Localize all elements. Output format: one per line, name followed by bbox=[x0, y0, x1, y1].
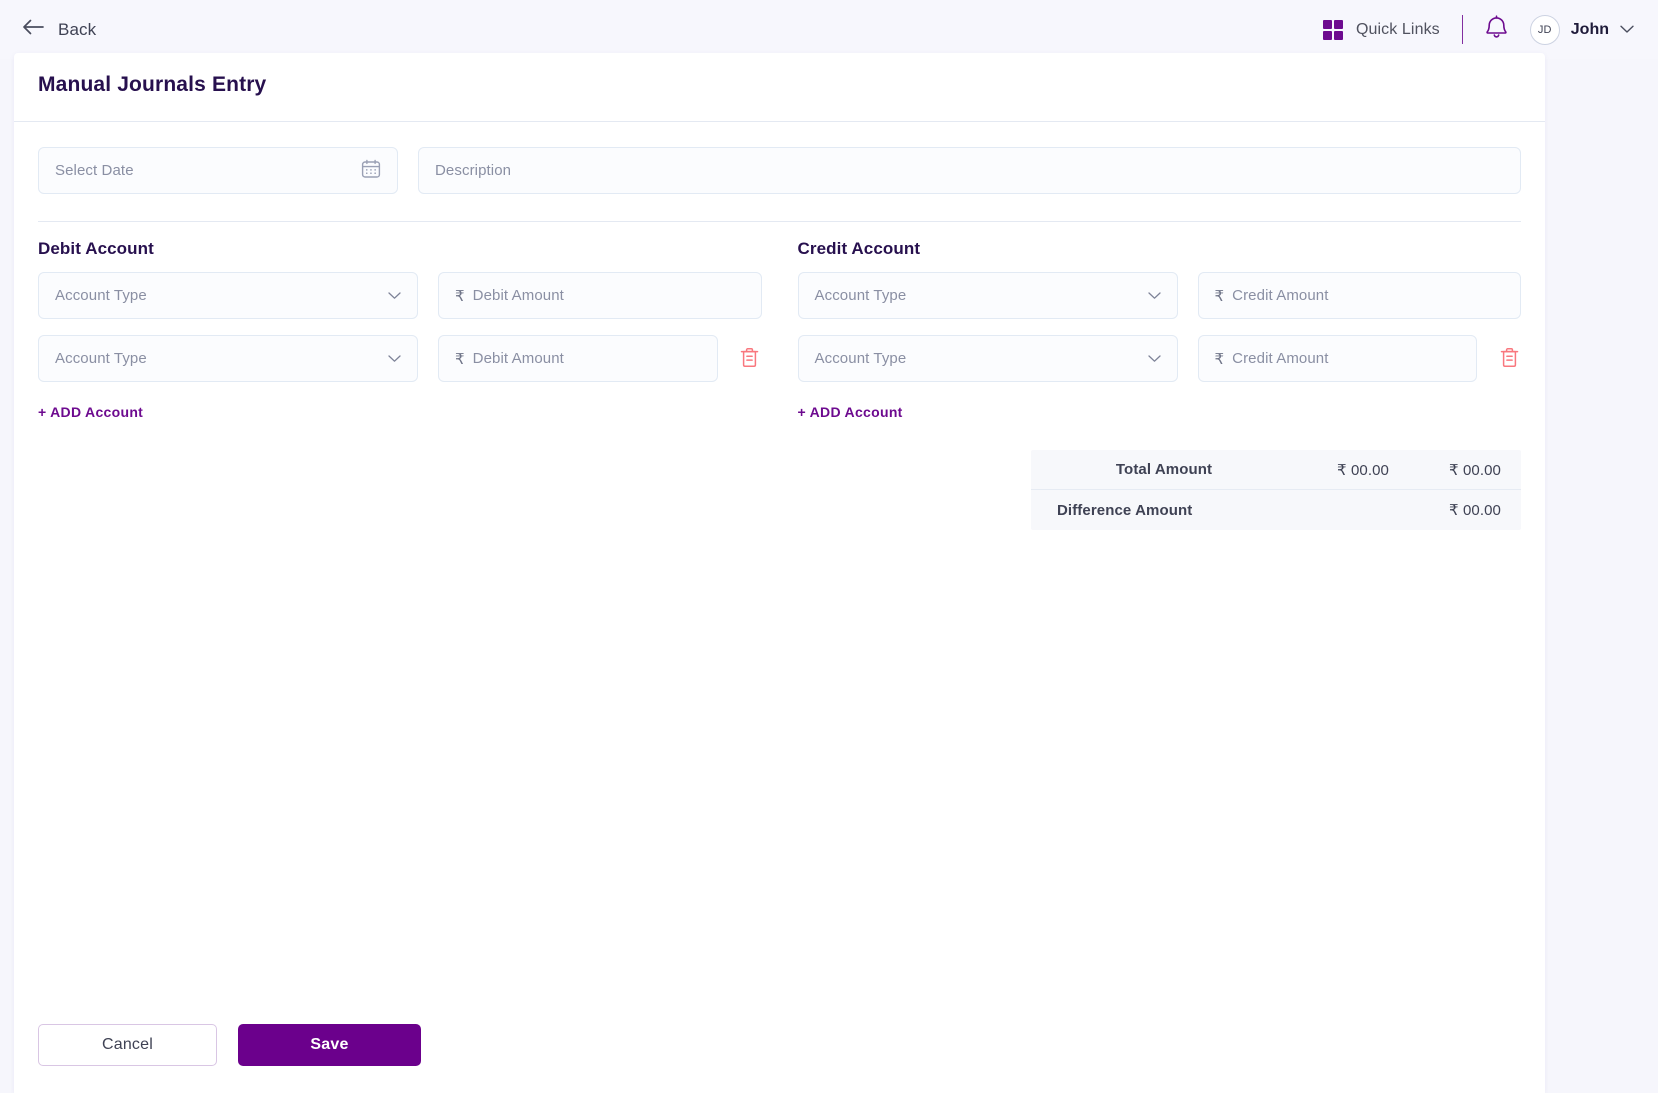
difference-amount-label: Difference Amount bbox=[1057, 501, 1193, 519]
total-credit-value: ₹ 00.00 bbox=[1449, 461, 1501, 479]
avatar: JD bbox=[1529, 14, 1560, 45]
credit-account-type-placeholder-1: Account Type bbox=[814, 287, 907, 304]
rupee-icon: ₹ bbox=[1214, 287, 1225, 305]
debit-account-type-select-1[interactable]: Account Type bbox=[38, 272, 418, 319]
add-credit-account-link[interactable]: + ADD Account bbox=[798, 404, 903, 420]
chevron-down-icon bbox=[1147, 350, 1161, 367]
credit-row-1: Account Type ₹ Credit Amount bbox=[797, 272, 1521, 319]
delete-credit-row-2-button[interactable] bbox=[1497, 346, 1521, 372]
debit-amount-input-2[interactable]: ₹ Debit Amount bbox=[438, 335, 718, 382]
header-actions: Quick Links JD John bbox=[1322, 0, 1634, 59]
credit-section-title: Credit Account bbox=[797, 239, 921, 258]
credit-account-type-select-2[interactable]: Account Type bbox=[797, 335, 1178, 382]
debit-account-type-select-2[interactable]: Account Type bbox=[38, 335, 418, 382]
trash-icon bbox=[740, 347, 759, 371]
arrow-left-icon bbox=[22, 19, 44, 40]
credit-account-column: Credit Account Account Type ₹ Credit Amo… bbox=[780, 222, 1522, 422]
credit-amount-input-2[interactable]: ₹ Credit Amount bbox=[1197, 335, 1477, 382]
date-placeholder: Select Date bbox=[55, 162, 134, 179]
calendar-icon[interactable] bbox=[361, 159, 381, 183]
difference-amount-value: ₹ 00.00 bbox=[1449, 502, 1501, 519]
quick-links-button[interactable]: Quick Links bbox=[1322, 19, 1462, 40]
app-header: Back Quick Links JD John bbox=[0, 0, 1658, 59]
description-placeholder: Description bbox=[435, 162, 512, 179]
total-debit-value: ₹ 00.00 bbox=[1337, 461, 1389, 479]
debit-section-title: Debit Account bbox=[38, 239, 154, 258]
quick-links-label: Quick Links bbox=[1355, 20, 1440, 38]
difference-amount-row: Difference Amount ₹ 00.00 bbox=[1031, 490, 1521, 530]
credit-row-2: Account Type ₹ Credit Amount bbox=[797, 335, 1522, 382]
entry-meta-row: Select Date Description bbox=[14, 122, 1545, 221]
debit-account-column: Debit Account Account Type ₹ Debit Amoun… bbox=[38, 222, 780, 422]
add-debit-account-link[interactable]: + ADD Account bbox=[38, 404, 143, 420]
trash-icon bbox=[1500, 347, 1519, 371]
header-divider bbox=[1461, 15, 1463, 44]
journal-entry-card: Manual Journals Entry Select Date Descri… bbox=[14, 53, 1545, 1093]
delete-debit-row-2-button[interactable] bbox=[738, 346, 762, 372]
chevron-down-icon bbox=[1147, 287, 1161, 304]
totals-panel: Total Amount ₹ 00.00 ₹ 00.00 Difference … bbox=[1031, 450, 1521, 530]
description-input[interactable]: Description bbox=[418, 147, 1521, 194]
chevron-down-icon bbox=[388, 287, 401, 304]
debit-amount-placeholder-2: Debit Amount bbox=[472, 350, 564, 367]
rupee-icon: ₹ bbox=[455, 350, 465, 368]
chevron-down-icon bbox=[388, 350, 401, 367]
back-button[interactable]: Back bbox=[22, 19, 96, 40]
totals-area: Total Amount ₹ 00.00 ₹ 00.00 Difference … bbox=[14, 450, 1545, 530]
save-button[interactable]: Save bbox=[238, 1024, 421, 1066]
notifications-button[interactable] bbox=[1463, 14, 1530, 45]
grid-squares-icon bbox=[1322, 19, 1343, 40]
user-name-label: John bbox=[1570, 20, 1609, 38]
back-label: Back bbox=[58, 19, 97, 39]
debit-amount-input-1[interactable]: ₹ Debit Amount bbox=[438, 272, 762, 319]
accounts-area: Debit Account Account Type ₹ Debit Amoun… bbox=[14, 222, 1545, 422]
debit-row-1: Account Type ₹ Debit Amount bbox=[38, 272, 762, 319]
user-menu[interactable]: JD John bbox=[1529, 14, 1634, 45]
page-title: Manual Journals Entry bbox=[38, 73, 267, 96]
cancel-button[interactable]: Cancel bbox=[38, 1024, 217, 1066]
credit-account-type-select-1[interactable]: Account Type bbox=[797, 272, 1178, 319]
date-input[interactable]: Select Date bbox=[38, 147, 398, 194]
rupee-icon: ₹ bbox=[455, 287, 465, 305]
form-actions: Cancel Save bbox=[38, 1024, 421, 1066]
debit-account-type-placeholder-2: Account Type bbox=[55, 350, 147, 367]
credit-amount-placeholder-2: Credit Amount bbox=[1232, 350, 1329, 367]
chevron-down-icon bbox=[1620, 21, 1634, 39]
credit-account-type-placeholder-2: Account Type bbox=[814, 350, 907, 367]
credit-amount-placeholder-1: Credit Amount bbox=[1232, 287, 1329, 304]
rupee-icon: ₹ bbox=[1214, 350, 1225, 368]
bell-icon bbox=[1485, 14, 1508, 45]
total-amount-label: Total Amount bbox=[1115, 461, 1213, 478]
debit-row-2: Account Type ₹ Debit Amount bbox=[38, 335, 762, 382]
credit-amount-input-1[interactable]: ₹ Credit Amount bbox=[1197, 272, 1521, 319]
debit-account-type-placeholder-1: Account Type bbox=[55, 287, 147, 304]
debit-amount-placeholder-1: Debit Amount bbox=[472, 287, 564, 304]
total-amount-row: Total Amount ₹ 00.00 ₹ 00.00 bbox=[1031, 450, 1521, 490]
